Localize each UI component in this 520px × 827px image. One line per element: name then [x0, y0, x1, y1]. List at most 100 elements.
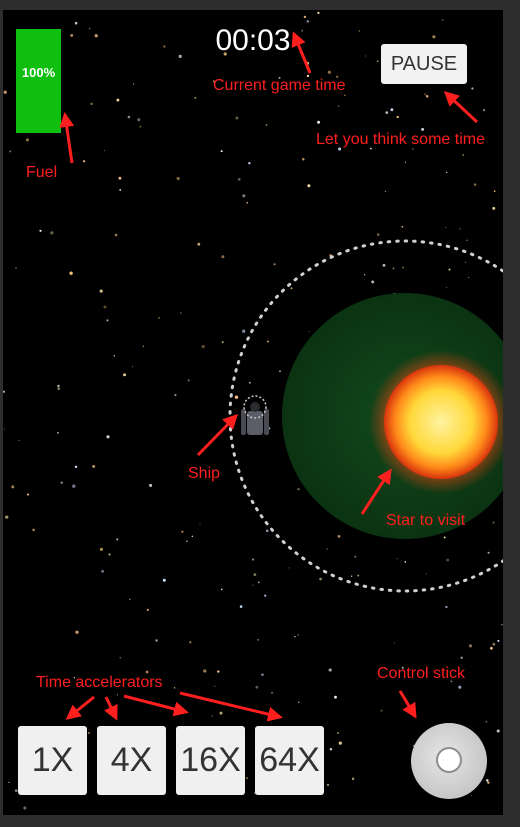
background-star — [70, 33, 74, 37]
background-star — [338, 741, 342, 745]
background-star — [329, 747, 333, 751]
background-star — [57, 384, 60, 388]
background-star — [132, 83, 135, 85]
background-star — [201, 344, 205, 349]
background-star — [162, 578, 166, 582]
background-star — [459, 228, 461, 230]
background-star — [106, 319, 109, 322]
background-star — [307, 184, 311, 188]
background-star — [265, 124, 268, 126]
background-star — [487, 551, 490, 554]
ship-icon[interactable] — [241, 395, 269, 435]
background-star — [221, 341, 224, 343]
background-star — [142, 345, 145, 348]
accelerator-64x-button[interactable]: 64X — [255, 726, 324, 795]
background-star — [3, 390, 6, 393]
background-star — [257, 638, 260, 641]
background-star — [364, 55, 366, 57]
background-star — [219, 711, 223, 715]
background-star — [132, 366, 134, 368]
background-star — [23, 806, 27, 810]
annotation-accelerators: Time accelerators — [36, 674, 163, 691]
background-star — [163, 45, 166, 48]
background-star — [468, 276, 470, 278]
background-star — [176, 176, 180, 181]
pause-button[interactable]: PAUSE — [381, 44, 467, 84]
accelerator-1x-button[interactable]: 1X — [18, 726, 87, 795]
background-star — [462, 154, 465, 156]
background-star — [39, 229, 42, 232]
background-star — [380, 709, 383, 712]
background-star — [123, 373, 127, 377]
background-star — [32, 528, 35, 532]
background-star — [128, 598, 131, 601]
background-star — [246, 777, 248, 779]
background-star — [57, 387, 61, 391]
background-star — [471, 794, 473, 797]
background-star — [74, 21, 78, 25]
background-star — [3, 90, 7, 94]
background-star — [235, 116, 239, 120]
background-star — [220, 150, 223, 153]
accelerator-4x-button[interactable]: 4X — [97, 726, 166, 795]
background-star — [248, 162, 251, 165]
background-star — [302, 157, 305, 161]
annotation-fuel: Fuel — [26, 164, 58, 181]
background-star — [199, 523, 201, 525]
background-star — [253, 573, 257, 576]
background-star — [401, 266, 405, 269]
background-star — [404, 161, 406, 163]
background-star — [490, 646, 493, 650]
background-star — [248, 381, 251, 384]
background-star — [460, 656, 463, 659]
background-star — [173, 687, 176, 689]
background-star — [158, 316, 161, 319]
star-icon[interactable] — [384, 365, 498, 479]
background-star — [445, 171, 448, 174]
background-star — [113, 354, 116, 357]
background-star — [261, 673, 264, 676]
control-stick-knob[interactable] — [438, 749, 460, 771]
background-star — [458, 685, 462, 689]
background-star — [118, 176, 122, 180]
background-star — [396, 558, 398, 560]
background-star — [15, 266, 17, 269]
background-star — [404, 561, 407, 563]
background-star — [466, 239, 468, 242]
background-star — [242, 329, 246, 333]
background-star — [392, 267, 395, 270]
background-star — [297, 633, 299, 636]
background-star — [87, 732, 90, 734]
background-star — [57, 431, 59, 434]
background-star — [9, 150, 12, 153]
background-star — [26, 493, 30, 496]
background-star — [496, 729, 500, 733]
background-star — [273, 263, 276, 266]
background-star — [155, 639, 158, 642]
control-stick[interactable] — [411, 723, 487, 799]
annotation-ship: Ship — [188, 465, 221, 482]
background-star — [11, 485, 15, 489]
background-star — [297, 488, 300, 491]
game-timer: 00:03 — [215, 24, 291, 57]
background-star — [471, 87, 474, 90]
background-star — [334, 695, 337, 699]
background-star — [214, 685, 216, 687]
background-star — [443, 536, 446, 539]
background-star — [178, 54, 182, 59]
background-star — [492, 642, 496, 646]
background-star — [371, 280, 375, 284]
background-star — [337, 535, 341, 538]
background-star — [60, 481, 63, 484]
background-star — [149, 483, 153, 487]
background-star — [234, 395, 239, 399]
accelerator-16x-button[interactable]: 16X — [176, 726, 245, 795]
background-star — [385, 111, 389, 114]
background-star — [50, 231, 54, 235]
background-star — [180, 312, 182, 314]
background-star — [72, 484, 76, 488]
background-star — [424, 93, 427, 96]
background-star — [191, 535, 194, 538]
background-star — [493, 190, 496, 192]
background-star — [252, 584, 254, 586]
